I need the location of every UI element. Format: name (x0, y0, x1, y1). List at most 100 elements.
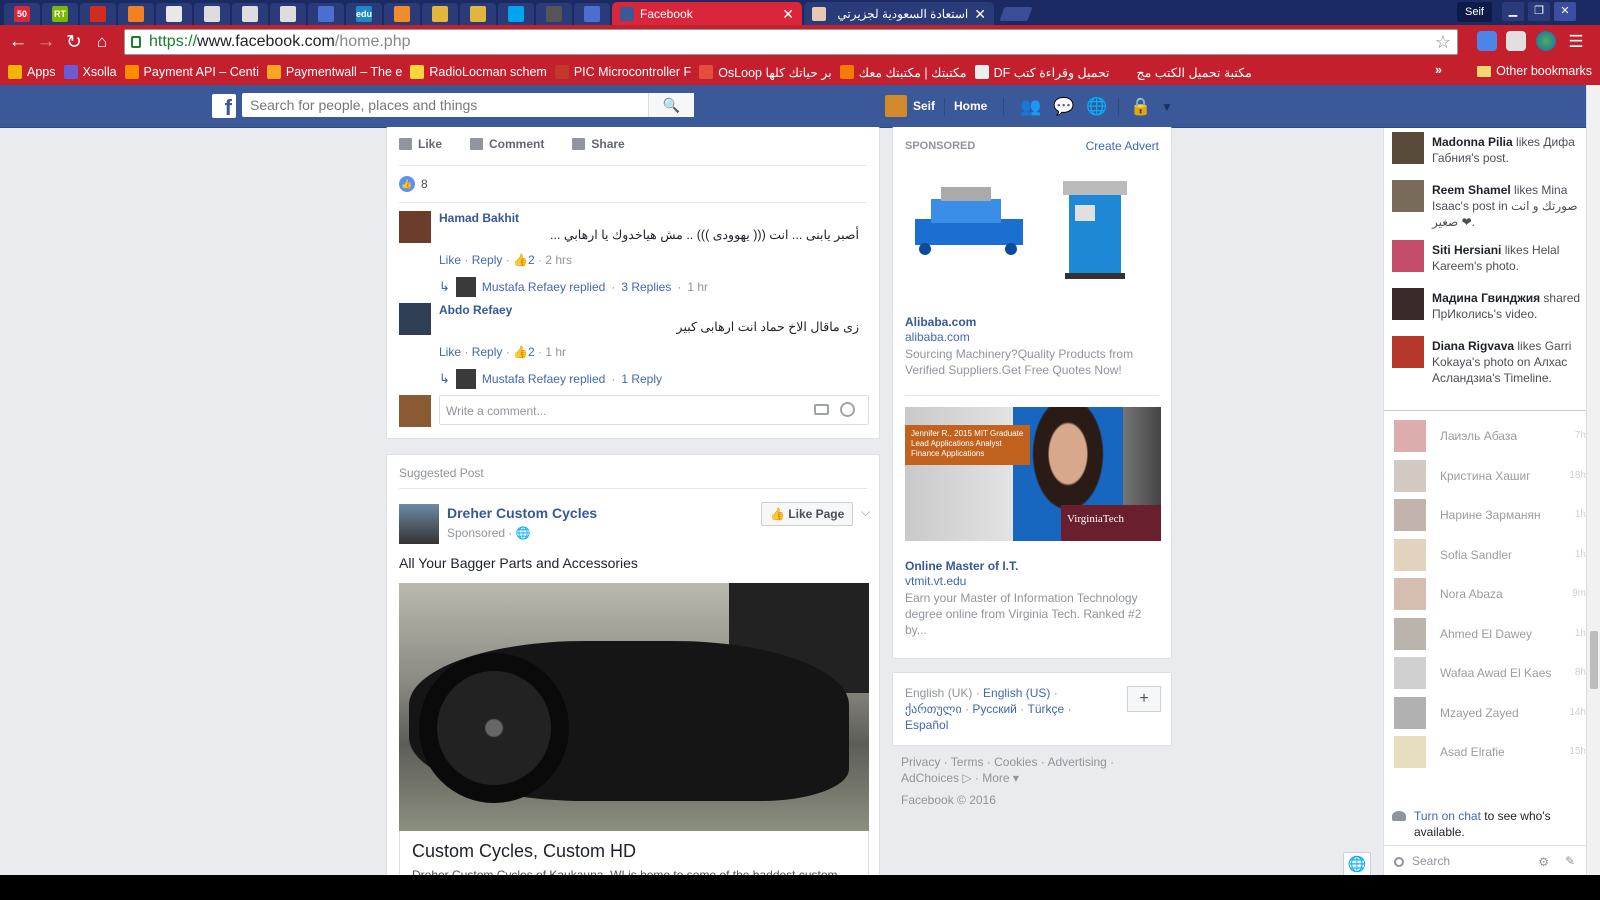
language-link[interactable]: Türkçe (1028, 702, 1065, 716)
buddy-item[interactable]: Ahmed El Dawey 1h (1392, 617, 1586, 650)
back-arrow-icon[interactable]: ← (4, 28, 32, 56)
bookmark-item[interactable]: Xsolla (63, 65, 117, 80)
bookmark-item[interactable]: DF تحميل وقراءة كتب (974, 65, 1110, 80)
add-language-button[interactable]: + (1127, 686, 1161, 712)
camera-icon[interactable] (814, 404, 829, 415)
pinned-tab[interactable] (232, 3, 268, 25)
post-options-chevron-icon[interactable]: ⌵ (861, 505, 870, 520)
language-link[interactable]: Русский (972, 702, 1017, 716)
create-advert-link[interactable]: Create Advert (1086, 139, 1159, 153)
like-page-button[interactable]: 👍 Like Page (761, 502, 854, 526)
reload-icon[interactable]: ↻ (60, 28, 88, 56)
facebook-logo[interactable]: f (212, 94, 236, 118)
friend-requests-icon[interactable]: 👥 (1020, 97, 1042, 116)
comment-input[interactable]: Write a comment... (439, 395, 869, 425)
pinned-tab[interactable] (536, 3, 572, 25)
pinned-tab[interactable] (460, 3, 496, 25)
translate-extension-icon[interactable] (1477, 31, 1497, 51)
ad-domain[interactable]: vtmit.vt.edu (905, 574, 966, 588)
profile-link[interactable]: Seif (913, 99, 935, 113)
pinned-tab[interactable] (384, 3, 420, 25)
buddy-item[interactable]: Лаиэль Абаза 7h (1392, 420, 1586, 452)
comment-author[interactable]: Abdo Refaey (439, 303, 512, 317)
bookmark-item[interactable]: OsLoop بر حياتك كلها (699, 65, 832, 80)
buddy-item[interactable]: Wafaa Awad El Kaes 8h (1392, 657, 1586, 689)
comment-button[interactable]: Comment (470, 137, 544, 151)
ad-title[interactable]: Alibaba.com (905, 315, 976, 329)
pinned-tab[interactable] (194, 3, 230, 25)
buddy-item[interactable]: Nora Abaza 9m (1392, 578, 1586, 610)
avatar[interactable] (399, 211, 431, 243)
comment-like-count[interactable]: 👍2 (513, 253, 535, 267)
minimize-button[interactable]: ▁ (1502, 2, 1524, 21)
new-message-icon[interactable]: ✎ (1565, 854, 1575, 868)
turn-on-chat-link[interactable]: Turn on chat (1414, 809, 1481, 823)
pinned-tab[interactable] (498, 3, 534, 25)
bookmark-item[interactable]: RadioLocman schem (410, 65, 547, 80)
more-bookmarks-chevron[interactable]: » (1435, 63, 1442, 77)
avatar[interactable] (399, 303, 431, 335)
messages-icon[interactable]: 💬 (1053, 97, 1075, 116)
pinned-tab[interactable]: edu (346, 3, 382, 25)
cube-extension-icon[interactable] (1506, 31, 1526, 51)
bookmark-item[interactable]: PIC Microcontroller F (554, 65, 691, 80)
chat-search-input[interactable]: Search ⚙ ✎ (1384, 845, 1587, 875)
search-button[interactable]: 🔍 (648, 93, 694, 117)
avatar[interactable] (885, 95, 907, 117)
close-tab-icon[interactable]: ✕ (974, 7, 986, 21)
pinned-tab[interactable]: RT (42, 3, 78, 25)
address-bar[interactable]: https://www.facebook.com/home.php ☆ (124, 29, 1458, 55)
pinned-tab[interactable] (270, 3, 306, 25)
tab-news[interactable]: استعادة السعودية لجزيرتي ✕ (804, 2, 994, 25)
privacy-shortcuts-icon[interactable]: 🔒 (1130, 97, 1152, 116)
page-avatar[interactable] (399, 504, 439, 544)
bookmark-item[interactable]: Apps (8, 65, 56, 80)
replies-link[interactable]: ↳ Mustafa Refaey replied · 1 Reply (439, 369, 662, 389)
notifications-globe-icon[interactable]: 🌐 (1086, 97, 1108, 116)
profile-button[interactable]: Seif (1457, 2, 1492, 22)
post-image[interactable] (399, 583, 869, 831)
pinned-tab[interactable] (80, 3, 116, 25)
buddy-item[interactable]: Кристина Хашиг 18h (1392, 459, 1586, 492)
scrollbar-thumb[interactable] (1590, 631, 1598, 689)
bookmark-item[interactable]: Payment API – Centi (124, 65, 259, 80)
other-bookmarks[interactable]: Other bookmarks (1477, 64, 1592, 78)
pinned-tab[interactable] (156, 3, 192, 25)
new-tab-button[interactable] (999, 7, 1033, 21)
home-link[interactable]: Home (954, 99, 987, 113)
comment-reply-link[interactable]: Reply (472, 253, 503, 267)
pinned-tab[interactable] (118, 3, 154, 25)
bookmark-item[interactable]: مكتبتك | مكتبتك معك (839, 65, 967, 80)
bookmark-star-icon[interactable]: ☆ (1435, 32, 1451, 53)
forward-arrow-icon[interactable]: → (32, 28, 60, 56)
account-menu-chevron-icon[interactable]: ▼ (1156, 100, 1178, 118)
comment-author[interactable]: Hamad Bakhit (439, 211, 519, 225)
ad-domain[interactable]: alibaba.com (905, 330, 970, 344)
bookmark-item[interactable]: Paymentwall – The e (266, 65, 402, 80)
globe-extension-icon[interactable] (1536, 31, 1556, 51)
replies-link[interactable]: ↳ Mustafa Refaey replied · 3 Replies · 1… (439, 277, 708, 297)
gear-icon[interactable]: ⚙ (1538, 855, 1549, 869)
buddy-item[interactable]: Mzayed Zayed 14h (1392, 696, 1586, 729)
like-button[interactable]: Like (399, 137, 442, 151)
comment-like-link[interactable]: Like (439, 345, 461, 359)
like-summary[interactable]: 👍 8 (399, 176, 428, 192)
ad-title[interactable]: Online Master of I.T. (905, 559, 1018, 573)
ad-image-dryer[interactable] (1055, 175, 1135, 285)
emoji-icon[interactable] (840, 402, 855, 417)
close-window-button[interactable]: ✕ (1554, 2, 1576, 21)
home-icon[interactable]: ⌂ (88, 28, 116, 56)
pinned-tab[interactable]: 50 (4, 3, 40, 25)
close-tab-icon[interactable]: ✕ (782, 7, 794, 21)
language-link[interactable]: ქართული (905, 702, 962, 716)
comment-like-count[interactable]: 👍2 (513, 345, 535, 359)
ad-image-virginia-tech[interactable]: Jennifer R., 2015 MIT Graduate Lead Appl… (905, 407, 1161, 541)
buddy-item[interactable]: Sofia Sandler 1h (1392, 538, 1586, 571)
language-link[interactable]: Español (905, 718, 948, 732)
pinned-tab[interactable] (574, 3, 610, 25)
tab-facebook[interactable]: Facebook ✕ (612, 2, 802, 25)
comment-reply-link[interactable]: Reply (472, 345, 503, 359)
menu-icon[interactable]: ☰ (1562, 28, 1590, 56)
share-button[interactable]: Share (572, 137, 625, 151)
search-input[interactable]: Search for people, places and things (242, 93, 694, 117)
